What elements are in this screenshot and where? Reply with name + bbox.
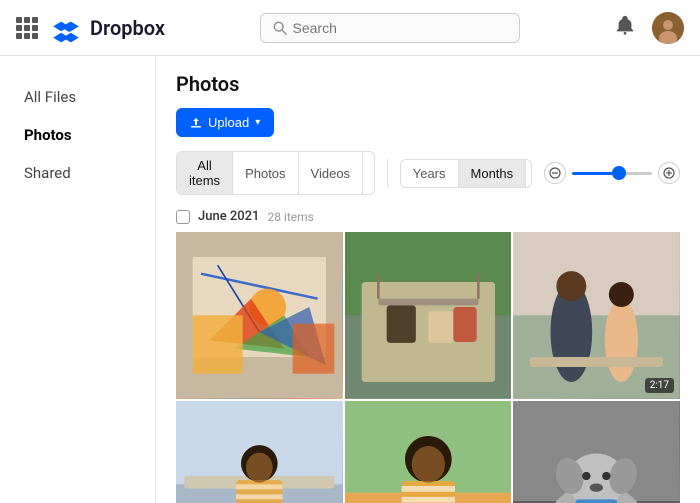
photo-cell-4[interactable] — [176, 401, 343, 503]
zoom-slider[interactable] — [572, 172, 652, 175]
video-duration-badge: 2:17 — [645, 378, 674, 393]
tabs-divider — [387, 159, 388, 187]
main-layout: All Files Photos Shared Photos Upload ▾ … — [0, 56, 700, 503]
tab-years[interactable]: Years — [401, 160, 459, 187]
logo[interactable]: Dropbox — [50, 12, 165, 44]
photo-grid: 2:17 — [176, 232, 680, 503]
tab-starred[interactable]: Starred — [363, 152, 375, 194]
section-date: June 2021 — [198, 209, 259, 224]
zoom-control — [544, 162, 680, 184]
header-left: Dropbox — [16, 12, 165, 44]
search-box[interactable] — [260, 13, 520, 43]
user-avatar[interactable] — [652, 12, 684, 44]
sidebar-item-all-files[interactable]: All Files — [16, 80, 139, 114]
section-count: 28 items — [267, 210, 313, 224]
main-content: Photos Upload ▾ All items Photos Videos … — [155, 56, 700, 503]
search-icon — [273, 21, 287, 35]
section-header: June 2021 28 items — [176, 209, 680, 224]
photo-cell-3[interactable]: 2:17 — [513, 232, 680, 399]
search-container — [165, 13, 614, 43]
photo-cell-2[interactable] — [345, 232, 512, 399]
tabs-row: All items Photos Videos Starred Years Mo… — [176, 151, 680, 195]
sidebar-item-shared[interactable]: Shared — [16, 156, 139, 190]
upload-chevron-icon: ▾ — [255, 117, 260, 128]
search-input[interactable] — [293, 20, 507, 36]
photo-cell-6[interactable] — [513, 401, 680, 503]
zoom-in-icon — [663, 167, 675, 179]
header-right — [614, 12, 684, 44]
grid-menu-icon[interactable] — [16, 17, 38, 39]
upload-button[interactable]: Upload ▾ — [176, 108, 274, 137]
tab-photos[interactable]: Photos — [233, 152, 298, 194]
photo-cell-1[interactable] — [176, 232, 343, 399]
sidebar: All Files Photos Shared — [0, 56, 155, 503]
upload-icon — [190, 117, 202, 129]
filter-tabs: All items Photos Videos Starred — [176, 151, 375, 195]
tab-videos[interactable]: Videos — [299, 152, 364, 194]
view-tabs: Years Months Days — [400, 159, 532, 188]
photo-cell-5[interactable] — [345, 401, 512, 503]
notification-icon[interactable] — [614, 14, 636, 41]
tab-all-items[interactable]: All items — [177, 152, 233, 194]
zoom-out-button[interactable] — [544, 162, 566, 184]
page-title: Photos — [176, 72, 680, 96]
zoom-in-button[interactable] — [658, 162, 680, 184]
zoom-out-icon — [549, 167, 561, 179]
section-checkbox[interactable] — [176, 210, 190, 224]
tab-days[interactable]: Days — [526, 160, 532, 187]
header: Dropbox — [0, 0, 700, 56]
app-name: Dropbox — [90, 16, 165, 40]
tab-months[interactable]: Months — [459, 160, 527, 187]
sidebar-item-photos[interactable]: Photos — [16, 118, 139, 152]
dropbox-logo-icon — [50, 12, 82, 44]
